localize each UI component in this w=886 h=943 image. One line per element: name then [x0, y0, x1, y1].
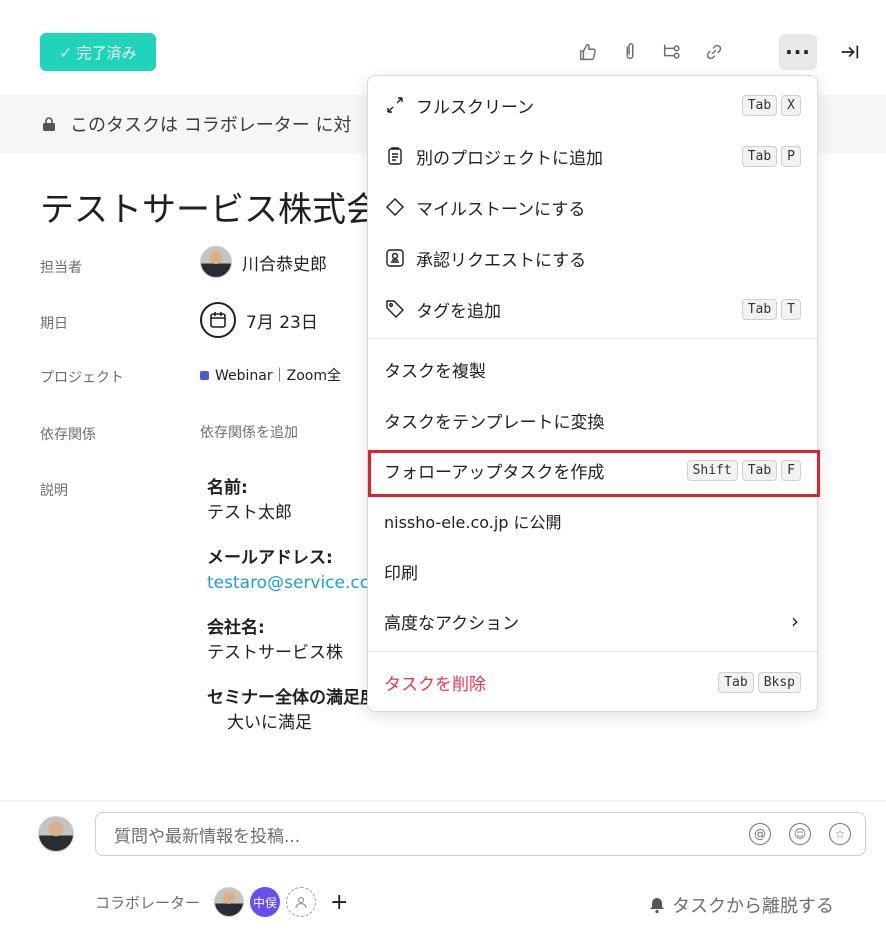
email-link[interactable]: testaro@service.cc: [207, 573, 369, 593]
menu-item-add-tag[interactable]: タグを追加 Tab T: [368, 285, 817, 333]
shortcut-key: Tab: [718, 671, 754, 693]
menu-item-milestone[interactable]: マイルストーンにする: [368, 183, 817, 231]
close-panel-icon[interactable]: [836, 38, 864, 66]
star-icon[interactable]: ☆: [829, 823, 851, 845]
leave-task-button[interactable]: タスクから離脱する: [648, 892, 834, 918]
subtask-icon[interactable]: [658, 38, 686, 66]
shortcut-key: Tab: [741, 145, 778, 167]
menu-item-label: 高度なアクション: [384, 613, 520, 634]
link-icon[interactable]: [700, 38, 728, 66]
project-name: Webinar｜Zoom全: [215, 368, 341, 384]
collaborators-label: コラボレーター: [95, 893, 201, 912]
project-color-dot: [200, 370, 209, 380]
due-date-value: 7月 23日: [246, 312, 318, 333]
desc-value: 大いに満足: [227, 713, 312, 733]
menu-item-label: マイルストーンにする: [416, 199, 586, 220]
description-label: 説明: [40, 483, 68, 499]
shortcut-key: X: [781, 94, 801, 116]
collaborator-badge[interactable]: 中俣: [250, 887, 281, 917]
menu-item-fullscreen[interactable]: フルスクリーン Tab X: [368, 81, 817, 129]
clipboard-icon: [384, 145, 406, 167]
dependency-label: 依存関係: [40, 427, 96, 443]
calendar-icon: [200, 302, 236, 338]
notice-text: このタスクは コラボレーター に対: [70, 115, 352, 136]
collaborators-row: コラボレーター 中俣 +: [95, 887, 348, 917]
avatar[interactable]: [214, 887, 245, 917]
menu-item-label: タグを追加: [416, 301, 501, 322]
diamond-icon: [384, 196, 406, 218]
menu-item-print[interactable]: 印刷: [368, 547, 817, 595]
leave-task-label: タスクから離脱する: [672, 896, 834, 917]
emoji-icon[interactable]: ☺: [789, 823, 811, 845]
person-icon[interactable]: [286, 887, 317, 917]
desc-heading: 名前:: [207, 478, 248, 498]
comment-input[interactable]: 質問や最新情報を投稿... @ ☺ ☆: [95, 812, 866, 856]
add-dependency-link[interactable]: 依存関係を追加: [200, 422, 298, 442]
bell-icon: [650, 898, 664, 914]
menu-item-label: タスクをテンプレートに変換: [384, 412, 605, 433]
menu-divider: [368, 651, 817, 652]
desc-value: テストサービス株: [207, 643, 343, 663]
menu-item-label: 別のプロジェクトに追加: [416, 148, 603, 169]
shortcut-key: Tab: [741, 94, 778, 116]
desc-heading: メールアドレス:: [207, 548, 333, 568]
menu-item-duplicate[interactable]: タスクを複製: [368, 345, 817, 393]
highlight-box: [368, 450, 820, 497]
menu-item-label: タスクを複製: [384, 361, 486, 382]
shortcut-key: Bksp: [757, 671, 801, 693]
project-label: プロジェクト: [40, 370, 124, 386]
assignee-field[interactable]: 川合恭史郎: [200, 246, 327, 278]
menu-item-convert-template[interactable]: タスクをテンプレートに変換: [368, 396, 817, 444]
menu-item-label: nissho-ele.co.jp に公開: [384, 513, 562, 532]
menu-item-advanced[interactable]: 高度なアクション ›: [368, 597, 817, 645]
menu-item-label: フルスクリーン: [416, 97, 535, 118]
more-icon: ···: [785, 40, 811, 64]
desc-heading: セミナー全体の満足度:: [207, 688, 384, 708]
tag-icon: [384, 298, 406, 320]
menu-divider: [368, 338, 817, 339]
task-title[interactable]: テストサービス株式会: [40, 182, 380, 231]
thumbs-up-icon[interactable]: [574, 38, 602, 66]
shortcut-key: Tab: [741, 298, 778, 320]
menu-item-approval[interactable]: 承認リクエストにする: [368, 234, 817, 282]
due-date-label: 期日: [40, 316, 68, 332]
more-actions-button[interactable]: ···: [779, 34, 817, 70]
comment-placeholder: 質問や最新情報を投稿...: [114, 826, 301, 847]
more-actions-menu: フルスクリーン Tab X 別のプロジェクトに追加 Tab P マイルストーンにする…: [367, 75, 818, 712]
shortcut-key: T: [781, 298, 801, 320]
complete-label: ✓ 完了済み: [59, 43, 137, 62]
menu-item-delete[interactable]: タスクを削除 Tab Bksp: [368, 658, 817, 706]
menu-item-add-to-project[interactable]: 別のプロジェクトに追加 Tab P: [368, 132, 817, 180]
avatar: [200, 246, 232, 278]
assignee-name: 川合恭史郎: [242, 254, 327, 275]
menu-item-label: 印刷: [384, 563, 418, 584]
add-collaborator-button[interactable]: +: [330, 890, 348, 915]
avatar: [38, 816, 74, 852]
expand-icon: [384, 94, 406, 116]
project-field[interactable]: Webinar｜Zoom全: [200, 365, 341, 385]
mention-icon[interactable]: @: [749, 823, 771, 845]
desc-value: テスト太郎: [207, 503, 292, 523]
desc-heading: 会社名:: [207, 618, 265, 638]
chevron-right-icon: ›: [791, 609, 799, 633]
menu-item-label: 承認リクエストにする: [416, 250, 587, 271]
menu-item-publish[interactable]: nissho-ele.co.jp に公開: [368, 497, 817, 545]
shortcut-key: P: [781, 145, 801, 167]
due-date-field[interactable]: 7月 23日: [200, 302, 318, 338]
description-body[interactable]: 名前: テスト太郎 メールアドレス: testaro@service.cc 会社名:…: [207, 476, 384, 756]
approval-icon: [384, 247, 406, 269]
attachment-icon[interactable]: [616, 38, 644, 66]
add-dependency-text: 依存関係を追加: [200, 425, 298, 441]
assignee-label: 担当者: [40, 260, 82, 276]
mark-complete-button[interactable]: ✓ 完了済み: [40, 33, 156, 71]
lock-icon: [43, 117, 55, 131]
menu-item-label: タスクを削除: [384, 674, 486, 695]
